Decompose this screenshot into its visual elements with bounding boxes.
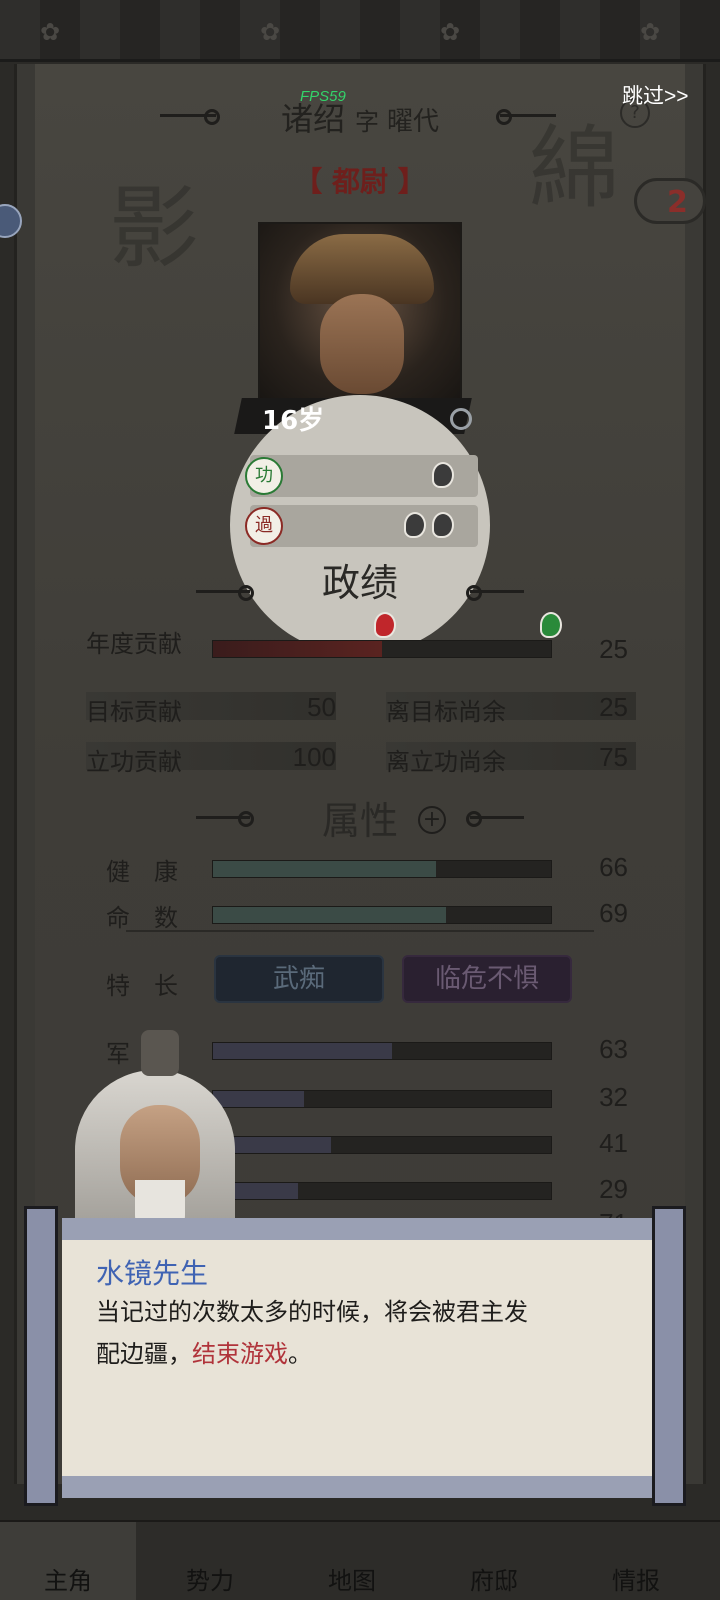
rank-title: 【 都尉 】 (294, 165, 426, 198)
dagger-ornament-right (496, 109, 556, 125)
topknot (141, 1030, 179, 1076)
bottom-nav: 主角 势力 地图 府邸 情报 (0, 1520, 720, 1600)
dialog-line: 当记过的次数太多的时候，将会被君主发 (96, 1299, 528, 1326)
demerit-token-icon (404, 512, 426, 538)
health-fill (213, 861, 437, 877)
health-value: 66 (599, 852, 628, 882)
speaker-name: 水镜先生 (96, 1258, 209, 1289)
remaining-to-merit-value: 75 (599, 742, 628, 772)
dialog-line: 配边疆，结束游戏。 (96, 1334, 616, 1376)
divider (126, 930, 594, 932)
nav-tab-residence[interactable]: 府邸 (426, 1522, 562, 1600)
nav-label: 府邸 (470, 1567, 518, 1595)
specialty-label: 特 长 (106, 972, 178, 1000)
health-bar (212, 860, 552, 878)
merit-contribution-value: 100 (292, 742, 336, 772)
scroll-rod-left (24, 1206, 58, 1506)
cloud-badge[interactable]: 2 (634, 178, 706, 224)
calligraphy-background: 影 (93, 180, 198, 270)
flower-icon: ✿ (440, 18, 461, 46)
nav-tab-map[interactable]: 地图 (284, 1522, 420, 1600)
scroll-rod-right (652, 1206, 686, 1506)
nav-label: 情报 (612, 1567, 660, 1595)
sage-portrait (55, 1030, 245, 1240)
nav-tab-protagonist[interactable]: 主角 (0, 1522, 136, 1600)
fate-label: 命 数 (106, 904, 178, 932)
nav-label: 主角 (44, 1567, 92, 1595)
flower-icon: ✿ (260, 18, 281, 46)
merit-seal: 功 (245, 457, 283, 495)
health-label: 健 康 (106, 858, 178, 886)
stat-bar (212, 1042, 552, 1060)
stat-bar (212, 1090, 552, 1108)
target-contribution-label: 目标贡献 (86, 698, 182, 726)
dialog-highlight: 结束游戏 (192, 1341, 288, 1368)
nav-label: 势力 (186, 1567, 234, 1595)
annual-contribution-label: 年度贡献 (86, 630, 182, 658)
character-name: 诸绍 (280, 100, 345, 138)
remaining-to-target-value: 25 (599, 692, 628, 722)
demerit-token-icon (432, 512, 454, 538)
top-decorative-frame: ✿ ✿ ✿ ✿ (0, 0, 720, 62)
stat-bar (212, 1182, 552, 1200)
stage: ✿ ✿ ✿ ✿ 影 綿 FPS59 ? 跳过>> 诸绍字曜代 【 都尉 】 2 … (0, 0, 720, 1600)
remaining-to-merit-label: 离立功尚余 (386, 748, 506, 776)
dialog-text-segment: 。 (288, 1341, 312, 1368)
courtesy-name: 曜代 (387, 107, 440, 137)
dialog-text: 当记过的次数太多的时候，将会被君主发 配边疆，结束游戏。 (96, 1292, 616, 1376)
stat-bar (212, 1136, 552, 1154)
nav-tab-intel[interactable]: 情报 (568, 1522, 704, 1600)
stat-value: 41 (599, 1128, 628, 1158)
performance-section-title: 政绩 (321, 561, 398, 605)
face (320, 294, 404, 394)
demerit-seal: 過 (245, 507, 283, 545)
fate-fill (213, 907, 447, 923)
target-contribution-value: 50 (307, 692, 336, 722)
magnifier-icon[interactable] (450, 408, 472, 430)
age-label: 16岁 (262, 406, 325, 436)
dagger-ornament-left (196, 811, 254, 827)
flower-icon: ✿ (40, 18, 61, 46)
skip-button[interactable]: 跳过>> (622, 80, 689, 110)
stat-value: 32 (599, 1082, 628, 1112)
specialty-tag[interactable]: 临危不惧 (402, 955, 572, 1003)
annual-contribution-bar (212, 640, 552, 658)
annual-contribution-value: 25 (599, 634, 628, 664)
specialty-tag[interactable]: 武痴 (214, 955, 384, 1003)
fate-bar (212, 906, 552, 924)
dagger-ornament-right (466, 585, 524, 601)
dagger-ornament-left (196, 585, 254, 601)
add-attribute-icon[interactable]: + (418, 806, 446, 834)
attributes-section-title: 属性 (321, 799, 398, 843)
character-portrait (258, 222, 462, 422)
nav-tab-faction[interactable]: 势力 (142, 1522, 278, 1600)
nav-label: 地图 (328, 1567, 376, 1595)
merit-contribution-label: 立功贡献 (86, 748, 182, 776)
courtesy-label: 字 (355, 108, 379, 136)
dagger-ornament-right (466, 811, 524, 827)
target-marker-icon (374, 612, 396, 638)
dialog-text-segment: 配边疆， (96, 1341, 192, 1368)
flower-icon: ✿ (640, 18, 661, 46)
fate-value: 69 (599, 898, 628, 928)
remaining-to-target-label: 离目标尚余 (386, 698, 506, 726)
badge-count: 2 (667, 185, 688, 220)
annual-contribution-fill (213, 641, 382, 657)
merit-marker-icon (540, 612, 562, 638)
stat-value: 63 (599, 1034, 628, 1064)
merit-token-icon (432, 462, 454, 488)
stat-value: 29 (599, 1174, 628, 1204)
